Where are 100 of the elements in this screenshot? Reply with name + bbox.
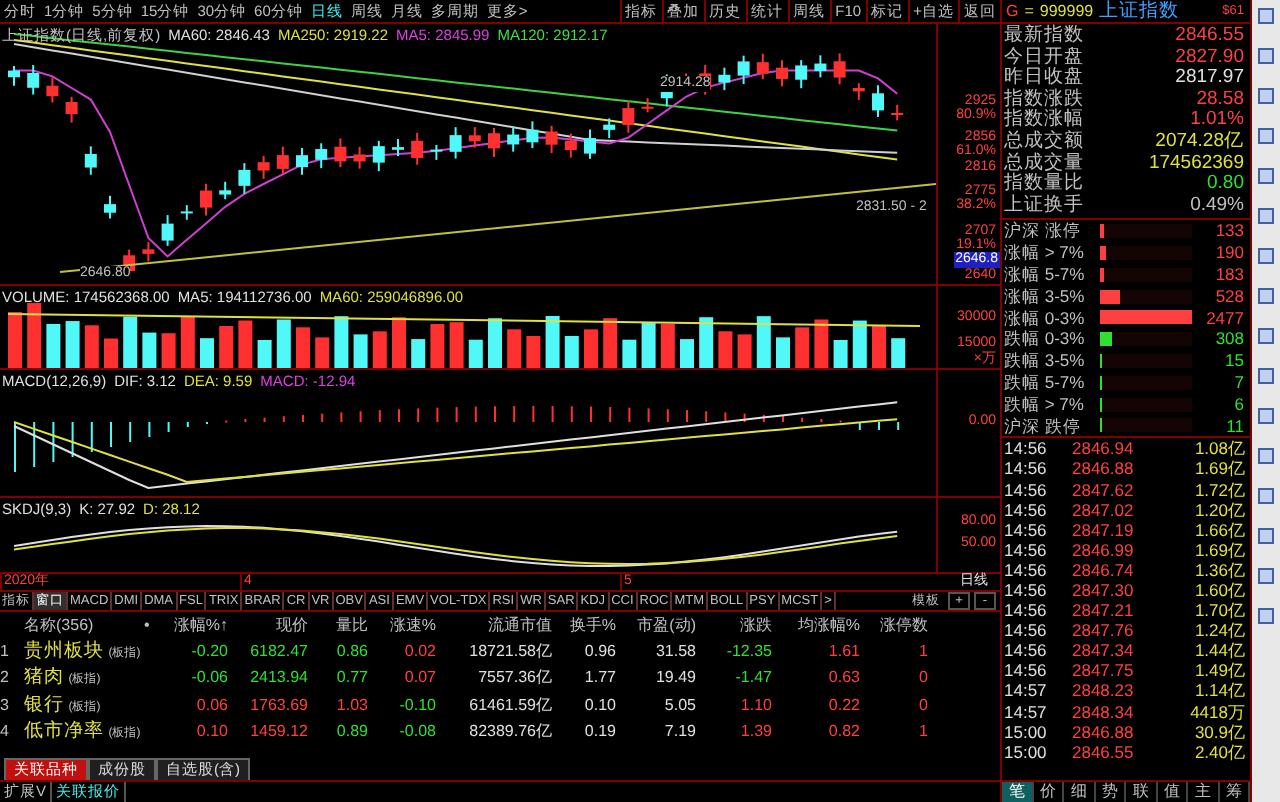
equals-sign: = [1024,2,1034,20]
square-icon[interactable] [1258,248,1274,264]
column-header[interactable]: 流通市值 [440,614,556,639]
breadth-count: 308 [1215,328,1244,351]
stat-label: 总成交额 [1004,131,1084,152]
stat-label: 今日开盘 [1004,47,1084,68]
stat-value: 174562369 [1148,153,1244,174]
breadth-count: 2477 [1206,307,1244,329]
square-icon[interactable] [1258,608,1274,624]
tick-time: 14:56 [1004,579,1049,601]
table-cell-text: 0.77 [334,666,370,690]
tick-time: 14:57 [1004,680,1049,702]
table-cell-text: 5.05 [662,693,698,717]
column-header[interactable]: 涨幅%↑ [164,614,232,639]
tick-amount: 1.36亿 [1194,559,1246,580]
volume-bar [161,333,176,368]
volume-bar [372,331,387,368]
table-cell-text: 61461.59亿 [467,693,554,717]
tick-amount: 1.20亿 [1194,499,1246,520]
tick-price: 2847.02 [1072,499,1136,520]
tick-time: 14:56 [1004,660,1049,681]
panel-tab[interactable]: 势 [1095,782,1126,802]
column-header[interactable]: 现价 [232,614,312,639]
candlestick [392,137,404,158]
volume-bar [84,325,99,368]
table-cell-text: 0.19 [582,720,618,744]
breadth-label: 跌幅 0-3% [1004,328,1087,351]
stat-value: 2817.97 [1175,68,1244,90]
square-icon[interactable] [1258,48,1274,64]
candlestick [468,126,481,149]
panel-tab[interactable]: 主 [1188,782,1219,802]
stat-label: 昨日收盘 [1004,68,1084,89]
panel-tab[interactable]: 价 [1033,782,1064,802]
breadth-label: 涨幅 > 7% [1004,242,1086,264]
square-icon[interactable] [1258,408,1274,424]
column-header[interactable]: 涨跌 [700,614,776,639]
volume-bar [795,327,810,368]
column-header[interactable]: 市盈(动) [620,614,700,639]
square-icon[interactable] [1258,208,1274,224]
table-cell-text: 0.86 [334,639,370,663]
tick-amount: 1.69亿 [1194,539,1246,560]
table-cell-text: 82389.76亿 [467,720,554,744]
candlestick [852,82,865,101]
table-cell-text: 0 [917,693,930,717]
column-header[interactable]: 名称(356) [24,614,144,639]
tick-time: 14:57 [1004,701,1049,722]
panel-tab[interactable]: 笔 [1002,782,1033,802]
volume-bar [660,324,675,368]
volume-bar [238,320,253,368]
stat-value: 2846.55 [1175,26,1244,48]
candlestick [46,76,59,104]
square-icon[interactable] [1258,288,1274,304]
column-header[interactable]: 涨速% [372,614,440,639]
volume-bar [65,321,80,368]
column-header[interactable]: 均涨幅% [776,614,864,639]
volume-bar [776,337,790,368]
volume-bar [603,318,618,368]
candlestick [142,241,155,263]
square-icon[interactable] [1258,528,1274,544]
column-header[interactable]: • [144,614,164,639]
square-icon[interactable] [1258,8,1274,24]
table-cell-text: 7.19 [662,720,698,744]
candlestick [104,194,116,220]
volume-bar [449,322,464,368]
panel-tab[interactable]: 值 [1157,782,1188,802]
breadth-label: 沪深 跌停 [1004,415,1083,437]
table-cell-text: 0.22 [826,693,862,717]
tick-price: 2847.30 [1072,579,1136,601]
square-icon[interactable] [1258,88,1274,104]
volume-bar [257,340,272,368]
volume-bar [392,317,406,368]
panel-tab[interactable]: 筹 [1219,782,1250,802]
candlestick [161,214,174,247]
table-cell-text: -0.06 [189,666,230,690]
index-name: 上证指数 [1099,0,1180,24]
table-cell-text: 1.61 [826,639,862,663]
stat-label: 指数量比 [1004,174,1084,195]
square-icon[interactable] [1258,168,1274,184]
table-cell-text: 1459.12 [248,720,310,744]
tick-price: 2847.21 [1072,600,1136,621]
candlestick [795,59,808,90]
tick-price: 2847.75 [1072,660,1136,681]
tick-price: 2846.88 [1072,458,1136,479]
square-icon[interactable] [1258,568,1274,584]
volume-bar [622,339,637,368]
tick-amount: 1.66亿 [1194,519,1246,540]
panel-tab[interactable]: 细 [1064,782,1095,802]
column-header[interactable]: 量比 [312,614,372,639]
square-icon[interactable] [1258,128,1274,144]
square-icon[interactable] [1258,448,1274,464]
column-header[interactable]: 换手% [556,614,620,639]
row-number: 4 [0,720,11,744]
square-icon[interactable] [1258,368,1274,384]
square-icon[interactable] [1258,488,1274,504]
volume-bar [315,337,330,368]
tick-amount: 4418万 [1190,701,1246,722]
square-icon[interactable] [1258,328,1274,344]
column-header[interactable]: 涨停数 [864,614,932,639]
panel-tab[interactable]: 联 [1126,782,1157,802]
tick-amount: 1.72亿 [1194,479,1246,500]
